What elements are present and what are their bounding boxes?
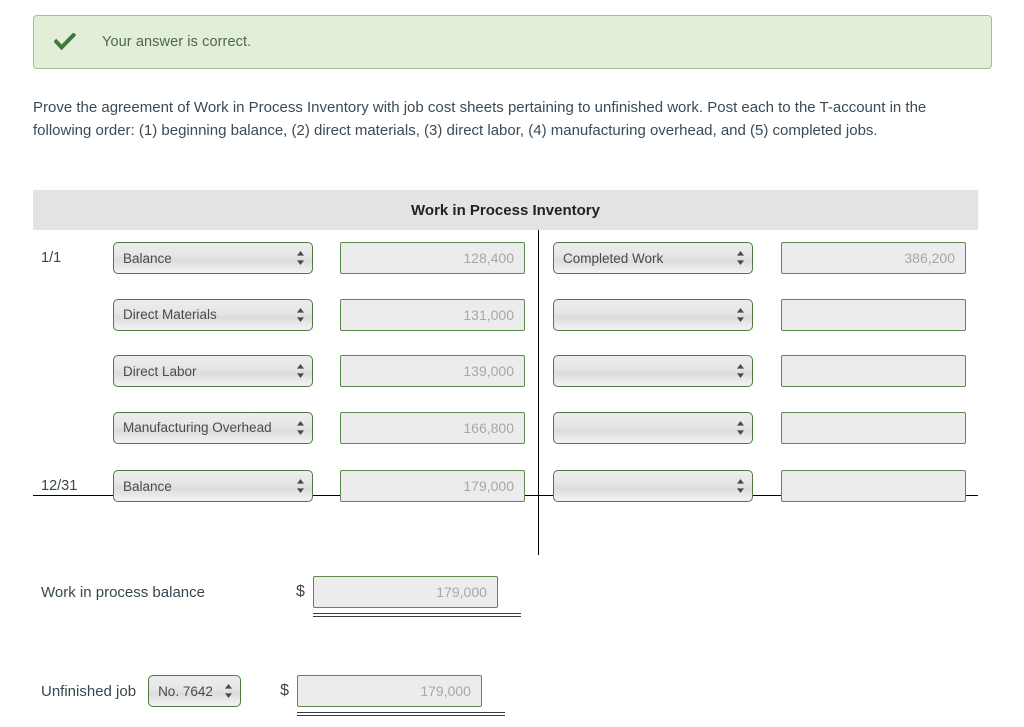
credit-account-select-5[interactable] <box>553 470 753 502</box>
credit-amount-input-5[interactable] <box>781 470 966 502</box>
t-account: Work in Process Inventory 1/1 Balance 12… <box>33 190 978 555</box>
table-row-ending-balance: 12/31 Balance <box>33 457 978 515</box>
credit-account-select-2[interactable] <box>553 298 753 331</box>
debit-account-select-wrap: Manufacturing Overhead <box>113 411 313 444</box>
table-row: 1/1 Balance Completed Work <box>33 230 978 287</box>
credit-account-select-wrap <box>553 470 753 502</box>
debit-account-select-wrap: Direct Materials <box>113 298 313 331</box>
unfinished-job-field-wrap <box>296 675 505 716</box>
credit-account-select-wrap <box>553 298 753 331</box>
total-double-underline <box>296 712 505 716</box>
debit-amount-input-4[interactable] <box>340 411 525 444</box>
credit-side-group-2 <box>553 298 966 331</box>
debit-amount-input-3[interactable] <box>340 355 525 388</box>
credit-account-select-wrap <box>553 411 753 444</box>
credit-amount-input-3[interactable] <box>781 355 966 388</box>
table-row: Direct Materials <box>33 287 978 344</box>
debit-account-select-wrap: Direct Labor <box>113 355 313 388</box>
table-row: Manufacturing Overhead <box>33 400 978 457</box>
credit-amount-input-2[interactable] <box>781 298 966 331</box>
credit-amount-input-1[interactable] <box>781 242 966 275</box>
row-date: 12/31 <box>41 478 78 494</box>
job-number-select-wrap: No. 7642 <box>148 675 242 707</box>
total-double-underline <box>312 613 521 617</box>
debit-account-select-1[interactable]: Balance <box>113 242 313 275</box>
debit-account-select-wrap: Balance <box>113 470 313 502</box>
job-number-select[interactable]: No. 7642 <box>148 675 242 707</box>
credit-account-select-wrap: Completed Work <box>553 242 753 275</box>
debit-account-select-4[interactable]: Manufacturing Overhead <box>113 411 313 444</box>
credit-account-select-wrap <box>553 355 753 388</box>
credit-account-select-3[interactable] <box>553 355 753 388</box>
credit-side-group-1: Completed Work <box>553 242 966 275</box>
correct-answer-banner: Your answer is correct. <box>33 15 992 69</box>
unfinished-job-amount-input[interactable] <box>296 675 482 707</box>
debit-account-select-3[interactable]: Direct Labor <box>113 355 313 388</box>
debit-amount-input-5[interactable] <box>340 470 525 502</box>
credit-side-group-4 <box>553 411 966 444</box>
credit-account-select-1[interactable]: Completed Work <box>553 242 753 275</box>
banner-message: Your answer is correct. <box>102 34 252 50</box>
credit-side-group-5 <box>553 470 966 502</box>
credit-amount-input-4[interactable] <box>781 411 966 444</box>
debit-amount-input-1[interactable] <box>340 242 525 275</box>
credit-side-group-3 <box>553 355 966 388</box>
check-icon <box>42 33 88 51</box>
currency-symbol: $ <box>296 583 305 600</box>
debit-account-select-wrap: Balance <box>113 242 313 275</box>
debit-account-select-2[interactable]: Direct Materials <box>113 298 313 331</box>
debit-amount-input-2[interactable] <box>340 298 525 331</box>
currency-symbol: $ <box>280 682 289 699</box>
table-row: Direct Labor <box>33 343 978 400</box>
credit-account-select-4[interactable] <box>553 411 753 444</box>
unfinished-job-row: Unfinished job No. 7642 $ <box>41 675 505 716</box>
t-account-body: 1/1 Balance Completed Work <box>33 230 978 555</box>
wip-balance-row: Work in process balance $ <box>41 576 521 617</box>
debit-account-select-5[interactable]: Balance <box>113 470 313 502</box>
t-account-title: Work in Process Inventory <box>33 190 978 230</box>
instructions-text: Prove the agreement of Work in Process I… <box>33 99 927 139</box>
unfinished-job-label: Unfinished job <box>41 682 137 700</box>
row-date: 1/1 <box>41 250 62 267</box>
wip-balance-label: Work in process balance <box>41 583 205 601</box>
wip-balance-field-wrap <box>312 576 521 617</box>
wip-balance-input[interactable] <box>312 576 498 608</box>
